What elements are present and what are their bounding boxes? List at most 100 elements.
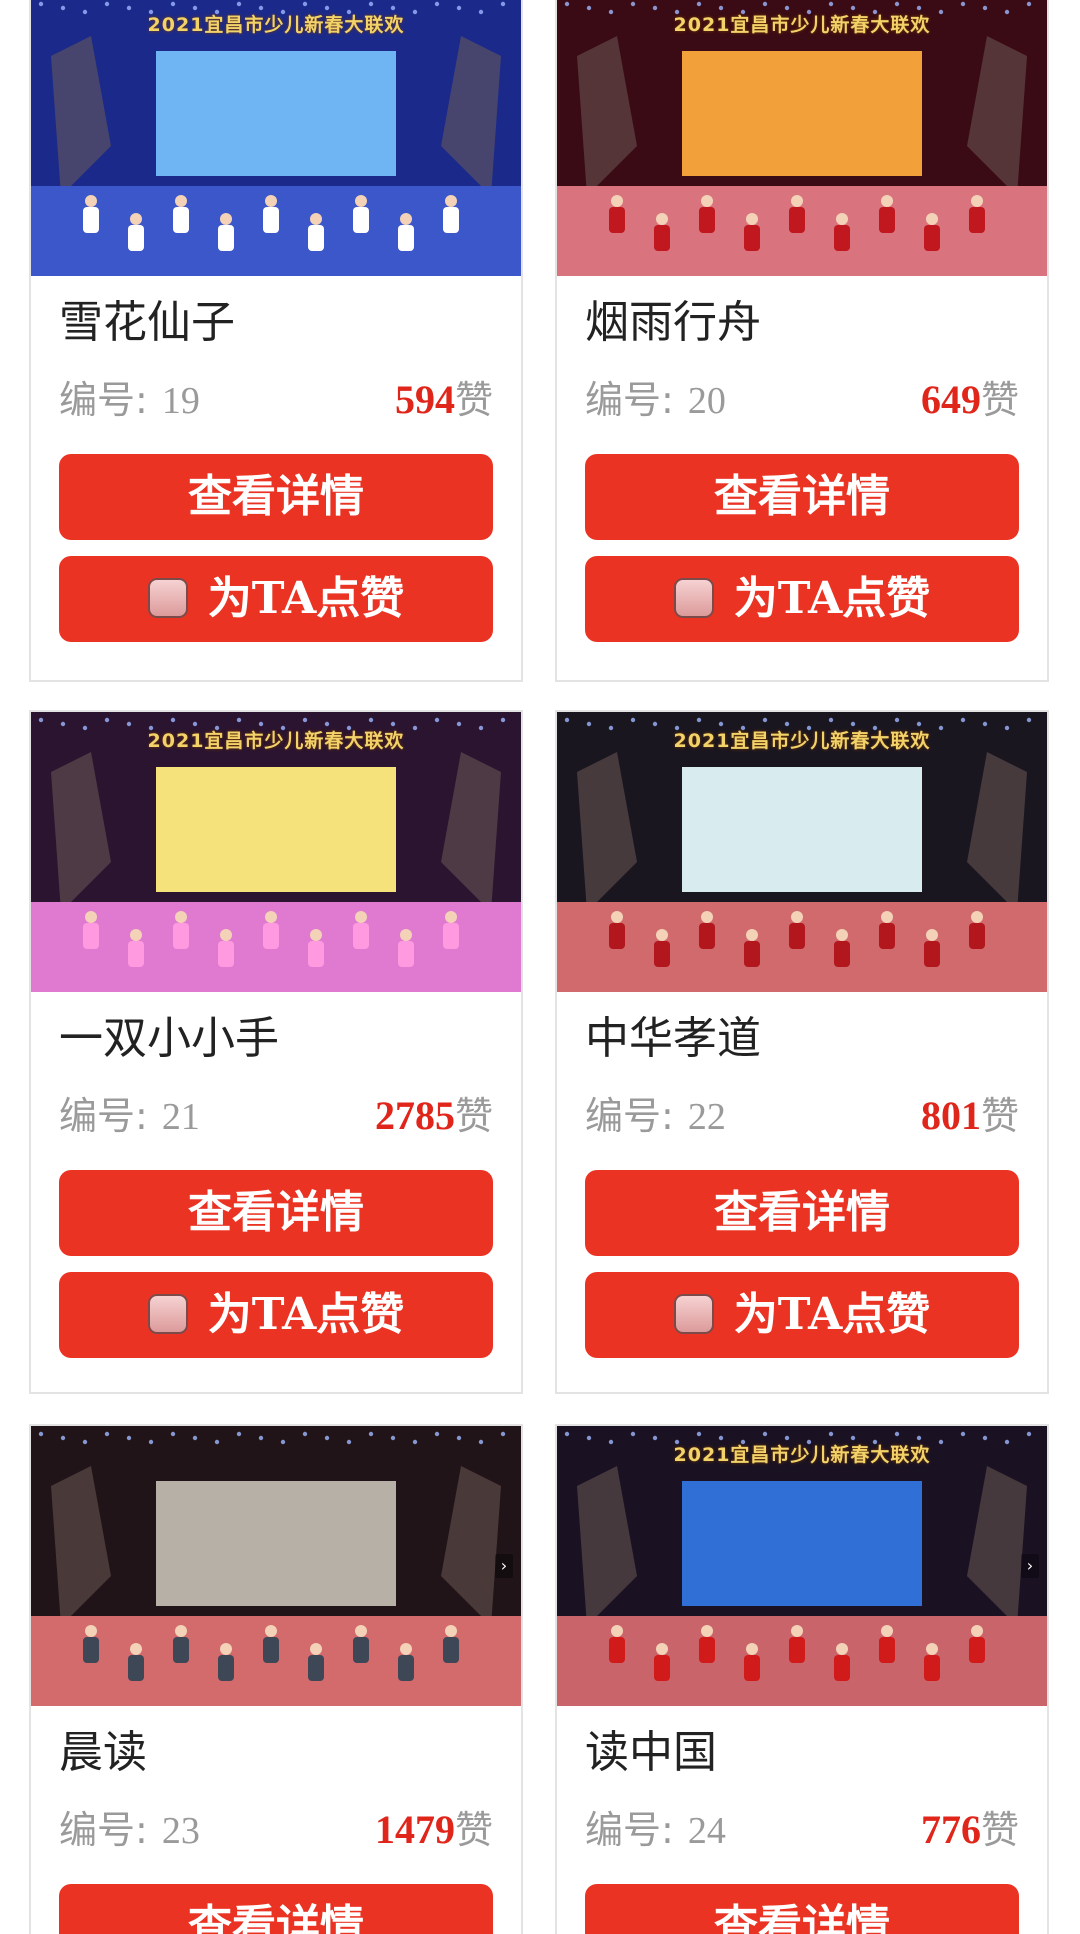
stage-light: [630, 1, 636, 7]
performer-head: [611, 911, 623, 923]
program-card: 2021宜昌市少儿新春大联欢 烟雨行舟 编号: 20 649赞 查看详情 为TA点…: [555, 0, 1049, 682]
performer-head: [881, 1625, 893, 1637]
performer-head: [701, 911, 713, 923]
performer-body: [609, 207, 625, 233]
performer-head: [220, 1643, 232, 1655]
program-thumbnail[interactable]: 2021宜昌市少儿新春大联欢: [31, 712, 521, 992]
performer-body: [173, 207, 189, 233]
led-screen: [156, 767, 396, 892]
view-details-button[interactable]: 查看详情: [59, 1884, 493, 1934]
stage-light: [894, 1, 900, 7]
stage-light: [762, 1, 768, 7]
vote-button[interactable]: 为TA点赞: [585, 1272, 1019, 1358]
performer-head: [220, 213, 232, 225]
program-card: 2021宜昌市少儿新春大联欢 › 读中国 编号: 24 776赞 查看详情: [555, 1424, 1049, 1934]
performer-head: [355, 1625, 367, 1637]
performer-head: [611, 1625, 623, 1637]
stage-light: [192, 1435, 198, 1441]
like-count: 2785赞: [375, 1090, 493, 1150]
program-grid: 2021宜昌市少儿新春大联欢 雪花仙子 编号: 19 594赞 查看详情 为TA点…: [0, 0, 1080, 1934]
led-screen: [156, 51, 396, 176]
view-details-button[interactable]: 查看详情: [59, 1170, 493, 1256]
stage-light: [258, 1435, 264, 1441]
program-thumbnail[interactable]: 2021宜昌市少儿新春大联欢 ›: [557, 1426, 1047, 1706]
performer-body: [789, 207, 805, 233]
performer-body: [398, 941, 414, 967]
vote-button[interactable]: 为TA点赞: [59, 556, 493, 642]
performer-body: [699, 1637, 715, 1663]
program-thumbnail[interactable]: 2021宜昌市少儿新春大联欢: [557, 712, 1047, 992]
program-meta: 编号: 24 776赞: [585, 1804, 1019, 1856]
stage-light: [236, 1, 242, 7]
performer-body: [879, 923, 895, 949]
like-count: 801赞: [921, 1090, 1019, 1150]
performer-head: [746, 213, 758, 225]
performer-head: [445, 911, 457, 923]
vote-checkbox[interactable]: [673, 1293, 714, 1334]
performer-body: [308, 1655, 324, 1681]
stage-light: [828, 717, 834, 723]
performer-body: [443, 923, 459, 949]
program-thumbnail[interactable]: ›: [31, 1426, 521, 1706]
vote-checkbox[interactable]: [147, 577, 188, 618]
stage-light: [434, 717, 440, 723]
program-card: 2021宜昌市少儿新春大联欢 一双小小手 编号: 21 2785赞 查看详情 为T…: [29, 710, 523, 1394]
performer-body: [353, 923, 369, 949]
program-thumbnail[interactable]: 2021宜昌市少儿新春大联欢: [557, 0, 1047, 276]
performer-head: [881, 195, 893, 207]
performer-body: [924, 941, 940, 967]
performer-body: [218, 225, 234, 251]
stage-light: [214, 1439, 220, 1445]
performer-body: [173, 923, 189, 949]
performer-head: [310, 213, 322, 225]
program-thumbnail[interactable]: 2021宜昌市少儿新春大联欢: [31, 0, 521, 276]
stage-photo: [31, 712, 521, 992]
performer-head: [791, 911, 803, 923]
stage-light: [170, 1, 176, 7]
performer-head: [220, 929, 232, 941]
performer-body: [398, 225, 414, 251]
like-count-value: 801: [920, 1093, 981, 1138]
chevron-right-icon[interactable]: ›: [1021, 1554, 1039, 1578]
performer-body: [924, 225, 940, 251]
view-details-button[interactable]: 查看详情: [585, 1884, 1019, 1934]
stage-banner-text: 2021宜昌市少儿新春大联欢: [147, 14, 405, 36]
performer-head: [926, 1643, 938, 1655]
performer-head: [85, 195, 97, 207]
stage-light: [148, 1439, 154, 1445]
program-meta: 编号: 22 801赞: [585, 1090, 1019, 1142]
performer-body: [173, 1637, 189, 1663]
like-unit: 赞: [454, 1808, 493, 1852]
performer-body: [924, 1655, 940, 1681]
view-details-button[interactable]: 查看详情: [59, 454, 493, 540]
chevron-right-icon[interactable]: ›: [495, 1554, 513, 1578]
vote-button[interactable]: 为TA点赞: [59, 1272, 493, 1358]
view-details-button[interactable]: 查看详情: [585, 454, 1019, 540]
vote-checkbox[interactable]: [147, 1293, 188, 1334]
performer-body: [609, 923, 625, 949]
stage-light: [1026, 1431, 1032, 1437]
stage-light: [412, 1439, 418, 1445]
performer-body: [83, 1637, 99, 1663]
vote-button[interactable]: 为TA点赞: [585, 556, 1019, 642]
program-title: 晨读: [59, 1727, 147, 1778]
stage-light: [960, 717, 966, 723]
performer-head: [310, 929, 322, 941]
vote-checkbox[interactable]: [673, 577, 714, 618]
stage-light: [104, 1431, 110, 1437]
performer-head: [971, 911, 983, 923]
performer-head: [175, 195, 187, 207]
performer-body: [218, 1655, 234, 1681]
stage-photo: [557, 0, 1047, 276]
like-unit: 赞: [454, 1094, 493, 1138]
program-card: › 晨读 编号: 23 1479赞 查看详情: [29, 1424, 523, 1934]
performer-body: [654, 1655, 670, 1681]
stage-light: [960, 1431, 966, 1437]
stage-light: [126, 1435, 132, 1441]
performer-body: [398, 1655, 414, 1681]
performer-head: [746, 1643, 758, 1655]
led-screen: [682, 767, 922, 892]
view-details-button[interactable]: 查看详情: [585, 1170, 1019, 1256]
stage-light: [1026, 717, 1032, 723]
performer-head: [656, 1643, 668, 1655]
